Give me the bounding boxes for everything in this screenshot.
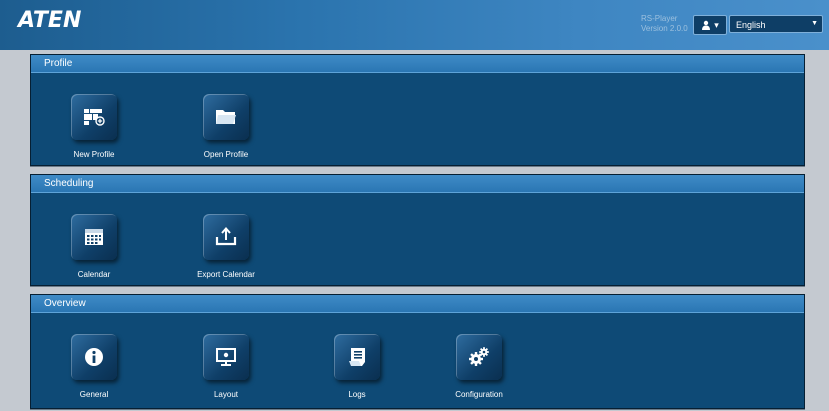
tile-new-profile[interactable]: New Profile [44, 94, 144, 159]
tile-open-profile[interactable]: Open Profile [176, 94, 276, 159]
tile-label: General [79, 390, 109, 399]
logs-icon [349, 348, 365, 366]
tile-layout[interactable]: Layout [176, 334, 276, 399]
new-profile-icon [84, 109, 105, 126]
scheduling-panel: Scheduling Calendar Export Calendar [30, 174, 805, 286]
app-info: RS-Player Version 2.0.0 [641, 14, 688, 34]
user-icon [702, 20, 711, 30]
export-icon [215, 226, 237, 246]
app-version: Version 2.0.0 [641, 24, 688, 33]
info-icon [85, 348, 103, 366]
app-name: RS-Player [641, 14, 678, 23]
tile-label: Open Profile [203, 150, 249, 159]
tile-label: Configuration [455, 390, 503, 399]
gears-icon [469, 347, 489, 366]
dropdown-arrow-icon: ▼ [811, 20, 818, 27]
language-value: English [736, 20, 766, 30]
overview-panel: Overview General Layout Logs Configurati… [30, 294, 805, 409]
tile-label: Calendar [77, 270, 111, 279]
tile-label: New Profile [73, 150, 115, 159]
tile-label: Logs [348, 390, 366, 399]
panel-title-overview: Overview [31, 295, 804, 313]
tile-configuration[interactable]: Configuration [429, 334, 529, 399]
panel-title-profile: Profile [31, 55, 804, 73]
tile-label: Export Calendar [197, 270, 255, 279]
monitor-icon [216, 348, 236, 366]
tile-logs[interactable]: Logs [307, 334, 407, 399]
calendar-icon [85, 229, 103, 245]
tile-label: Layout [213, 390, 239, 399]
aten-logo: ATEN [18, 8, 82, 33]
language-select[interactable]: English ▼ [729, 15, 823, 33]
panel-title-scheduling: Scheduling [31, 175, 804, 193]
tile-calendar[interactable]: Calendar [44, 214, 144, 279]
folder-icon [216, 110, 236, 124]
chevron-down-icon: ▾ [714, 19, 719, 30]
tile-general[interactable]: General [44, 334, 144, 399]
user-menu-button[interactable]: ▾ [693, 15, 727, 35]
top-bar: ATEN RS-Player Version 2.0.0 ▾ English ▼ [0, 0, 829, 50]
profile-panel: Profile New Profile Open Profile [30, 54, 805, 166]
tile-export-calendar[interactable]: Export Calendar [176, 214, 276, 279]
